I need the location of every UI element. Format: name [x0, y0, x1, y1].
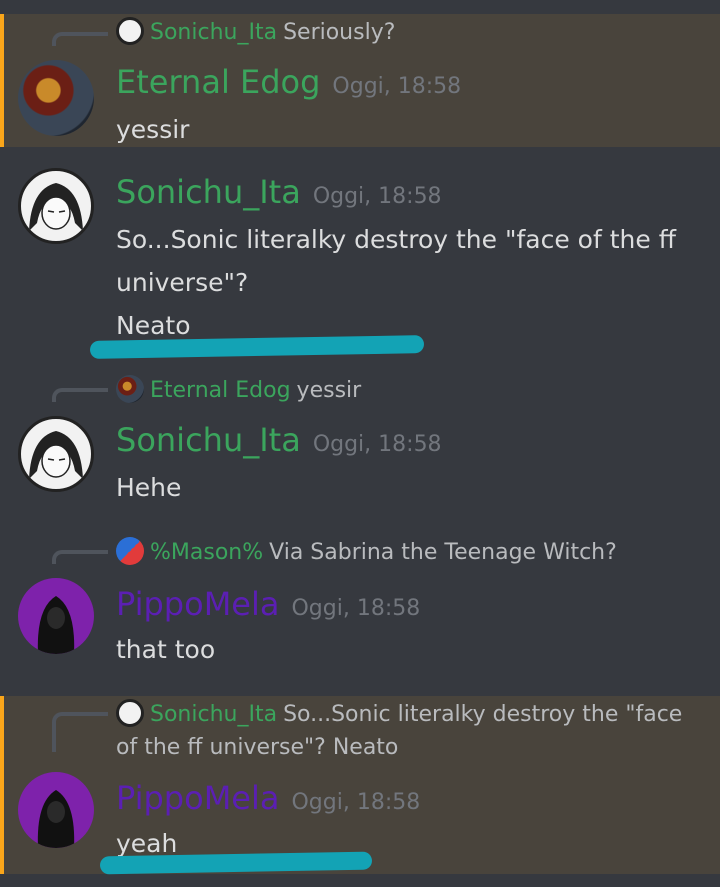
reply-connector — [52, 712, 108, 752]
annotation-underline — [99, 851, 373, 875]
avatar[interactable] — [18, 60, 94, 136]
message-2[interactable]: Sonichu_Ita Oggi, 18:58 So...Sonic litera… — [0, 160, 720, 365]
author-name[interactable]: Sonichu_Ita Oggi, 18:58 — [116, 420, 442, 465]
message-3[interactable]: Eternal Edog yessir Sonichu_Ita Oggi, 18:5… — [0, 372, 720, 518]
author-name[interactable]: Sonichu_Ita Oggi, 18:58 — [116, 172, 442, 217]
avatar[interactable] — [18, 416, 94, 492]
author-name[interactable]: Eternal Edog Oggi, 18:58 — [116, 62, 461, 107]
reply-text: Seriously? — [283, 20, 396, 45]
author-name[interactable]: PippoMela Oggi, 18:58 — [116, 778, 420, 823]
reply-text: Via Sabrina the Teenage Witch? — [269, 540, 617, 565]
reply-preview[interactable]: Sonichu_Ita So...Sonic literalky destroy … — [116, 698, 700, 764]
message-4[interactable]: %Mason% Via Sabrina the Teenage Witch? Pi… — [0, 534, 720, 684]
message-1[interactable]: Sonichu_Ita Seriously? Eternal Edog Oggi, … — [0, 14, 720, 147]
author-name[interactable]: PippoMela Oggi, 18:58 — [116, 584, 420, 629]
reply-avatar — [116, 699, 144, 727]
reply-connector — [52, 32, 108, 46]
reply-preview[interactable]: %Mason% Via Sabrina the Teenage Witch? — [116, 536, 700, 569]
reply-author[interactable]: %Mason% — [150, 540, 263, 565]
reply-author[interactable]: Sonichu_Ita — [150, 702, 277, 727]
message-text: Hehe — [116, 473, 182, 502]
avatar[interactable] — [18, 772, 94, 848]
reply-author[interactable]: Eternal Edog — [150, 378, 291, 403]
reply-author[interactable]: Sonichu_Ita — [150, 20, 277, 45]
avatar[interactable] — [18, 578, 94, 654]
reply-connector — [52, 550, 108, 564]
timestamp: Oggi, 18:58 — [312, 184, 442, 209]
reply-preview[interactable]: Eternal Edog yessir — [116, 374, 700, 407]
reply-avatar — [116, 375, 144, 403]
reply-text: yessir — [296, 378, 362, 403]
timestamp: Oggi, 18:58 — [332, 74, 462, 99]
message-text: that too — [116, 635, 216, 664]
message-5[interactable]: Sonichu_Ita So...Sonic literalky destroy … — [0, 696, 720, 875]
reply-avatar — [116, 537, 144, 565]
timestamp: Oggi, 18:58 — [312, 432, 442, 457]
reply-connector — [52, 388, 108, 402]
timestamp: Oggi, 18:58 — [291, 790, 421, 815]
avatar[interactable] — [18, 168, 94, 244]
message-text: yessir — [116, 115, 190, 144]
message-text: So...Sonic literalky destroy the "face o… — [116, 225, 676, 340]
timestamp: Oggi, 18:58 — [291, 596, 421, 621]
reply-avatar — [116, 17, 144, 45]
reply-preview[interactable]: Sonichu_Ita Seriously? — [116, 16, 700, 49]
